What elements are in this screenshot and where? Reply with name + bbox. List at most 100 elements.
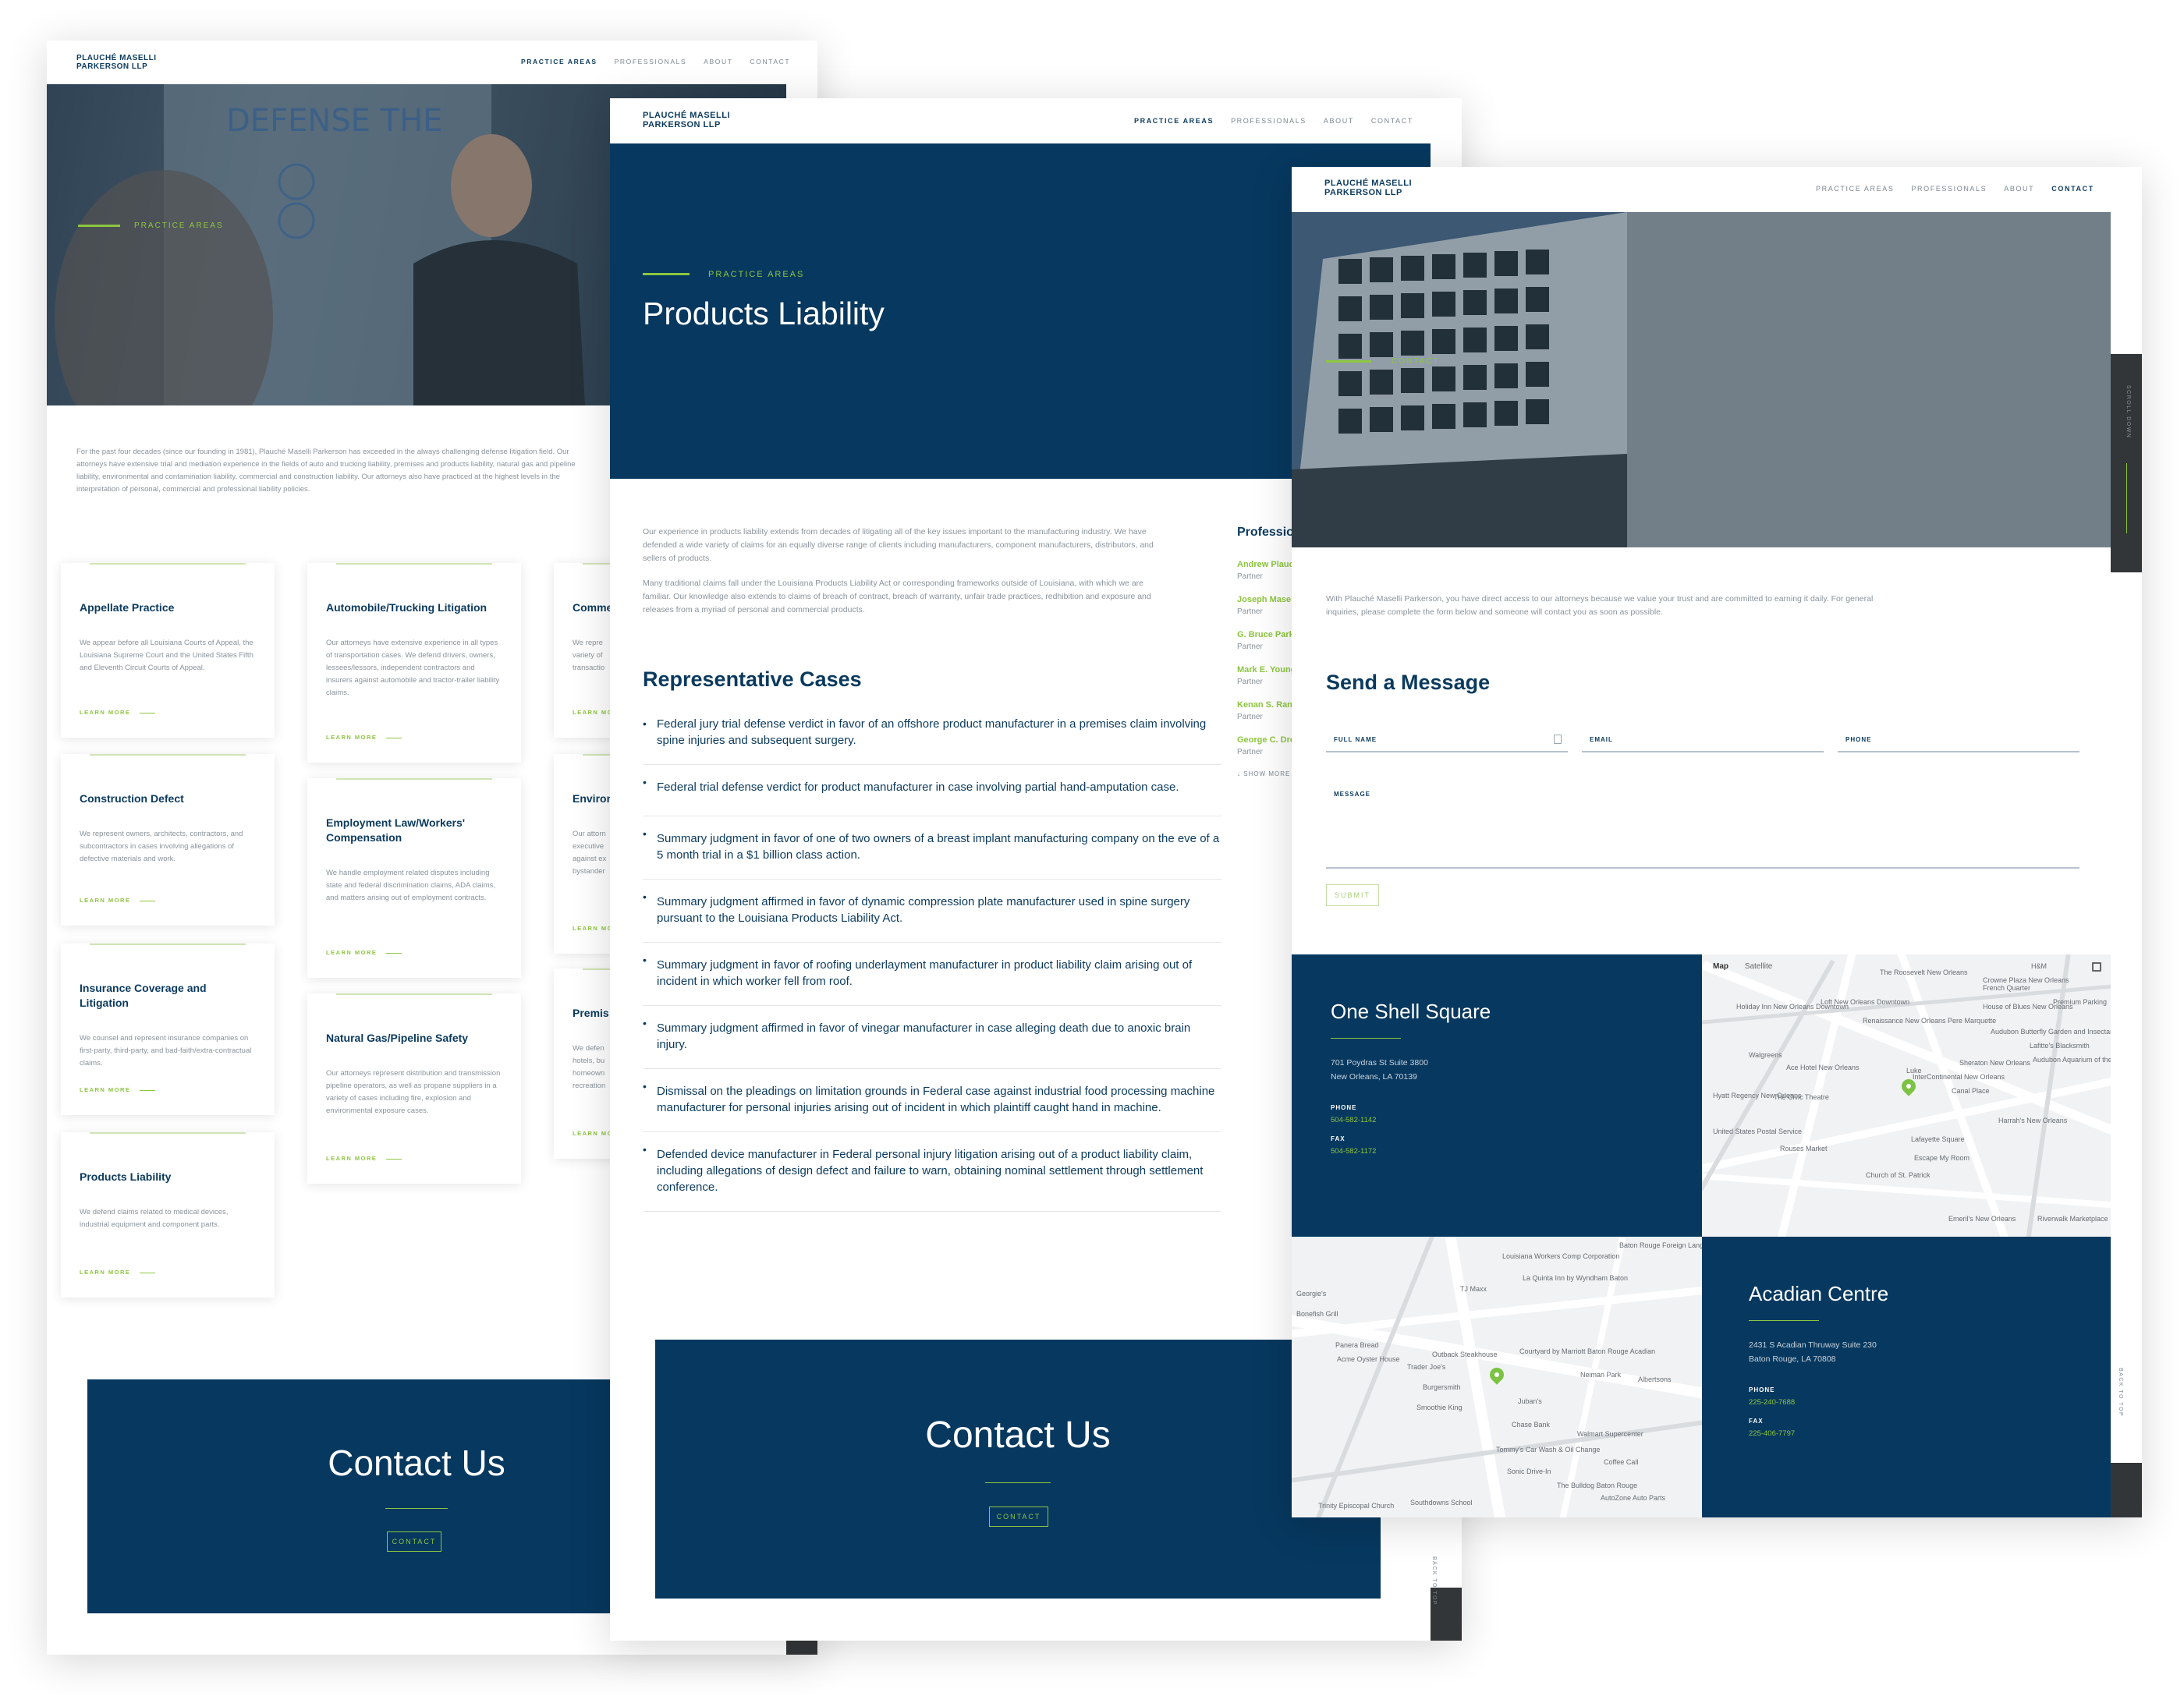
map-label: TJ Maxx — [1460, 1285, 1487, 1293]
learn-more-link[interactable]: LEARN MORE — [80, 1086, 155, 1093]
site-header: PLAUCHÉ MASELLI PARKERSON LLP PRACTICE A… — [610, 98, 1462, 143]
phone-link[interactable]: 504-582-1142 — [1331, 1116, 1663, 1124]
submit-button[interactable]: SUBMIT — [1326, 884, 1379, 906]
nav-contact[interactable]: CONTACT — [1371, 117, 1413, 125]
card-title: Appellate Practice — [80, 601, 175, 614]
card-products-liability[interactable]: Products Liability We defend claims rela… — [61, 1132, 275, 1298]
card-desc: We represent owners, architects, contrac… — [80, 830, 243, 863]
map-label: Bonefish Grill — [1296, 1310, 1338, 1318]
map-label: Georgie's — [1296, 1290, 1327, 1298]
card-automobile[interactable]: Automobile/Trucking Litigation Our attor… — [307, 563, 521, 763]
map-label: Smoothie King — [1416, 1404, 1462, 1411]
message-field[interactable]: MESSAGE — [1326, 791, 2079, 869]
map-label: Trinity Episcopal Church — [1318, 1502, 1395, 1510]
logo[interactable]: PLAUCHÉ MASELLI PARKERSON LLP — [76, 54, 157, 71]
map-label: Tommy's Car Wash & Oil Change — [1496, 1446, 1601, 1453]
phone-field[interactable]: PHONE — [1838, 736, 2079, 752]
nav-practice-areas[interactable]: PRACTICE AREAS — [1816, 185, 1894, 193]
nav-professionals[interactable]: PROFESSIONALS — [1231, 117, 1306, 125]
map-label: Sheraton New Orleans — [1959, 1059, 2031, 1067]
map-label: United States Postal Service — [1713, 1128, 1803, 1135]
learn-more-link[interactable]: LEARN MORE — [326, 949, 402, 956]
nav-contact[interactable]: CONTACT — [2051, 185, 2094, 193]
case-item: Summary judgment in favor of roofing und… — [643, 943, 1221, 1006]
side-bar-bottom — [2111, 1463, 2142, 1517]
contact-divider — [385, 1508, 448, 1509]
nav-contact[interactable]: CONTACT — [750, 58, 791, 66]
map-label: Walmart Supercenter — [1577, 1430, 1643, 1438]
card-title: Natural Gas/Pipeline Safety — [326, 1032, 469, 1044]
scroll-down-line — [2126, 463, 2127, 533]
card-construction[interactable]: Construction Defect We represent owners,… — [61, 754, 275, 926]
map-label: Rouses Market — [1780, 1145, 1828, 1153]
card-appellate[interactable]: Appellate Practice We appear before all … — [61, 563, 275, 738]
card-desc: We repre variety of transactio — [573, 639, 605, 672]
office-new-orleans: One Shell Square 701 Poydras St Suite 38… — [1292, 954, 1702, 1237]
map-label: Juban's — [1518, 1397, 1542, 1405]
satellite-tab[interactable]: Satellite — [1745, 962, 1773, 971]
map-label: Lafitte's Blacksmith — [2030, 1042, 2090, 1050]
contact-banner: Contact Us CONTACT — [655, 1340, 1381, 1599]
map-label: Sonic Drive-In — [1507, 1468, 1551, 1475]
card-desc: We handle employment related disputes in… — [326, 869, 496, 902]
office-address-line1: 2431 S Acadian Thruway Suite 230 — [1749, 1340, 1877, 1350]
page-contact: PLAUCHÉ MASELLI PARKERSON LLP PRACTICE A… — [1292, 167, 2142, 1517]
map-label: Hyatt Regency New Orleans — [1713, 1092, 1802, 1099]
full-name-field[interactable]: FULL NAME — [1326, 735, 1568, 752]
office-name: Acadian Centre — [1749, 1282, 1889, 1305]
fullscreen-icon[interactable] — [2092, 962, 2101, 972]
full-name-label: FULL NAME — [1334, 736, 1377, 743]
card-desc: We defend claims related to medical devi… — [80, 1208, 229, 1229]
map-label: InterContinental New Orleans — [1913, 1073, 2005, 1081]
nav-professionals[interactable]: PROFESSIONALS — [1911, 185, 1987, 193]
phone-link[interactable]: 225-240-7688 — [1749, 1398, 2064, 1407]
side-bar — [786, 1639, 817, 1655]
map-label: Panera Bread — [1335, 1341, 1379, 1349]
hero-eyebrow: PRACTICE AREAS — [134, 221, 224, 230]
back-to-top-button[interactable]: BACK TO TOP — [2118, 1368, 2123, 1417]
map-tab[interactable]: Map — [1713, 962, 1728, 971]
contact-divider — [985, 1482, 1051, 1483]
back-to-top-button[interactable]: BACK TO TOP — [1431, 1556, 1437, 1606]
learn-more-link[interactable]: LEARN MORE — [326, 1155, 402, 1162]
fax-value: 504-582-1172 — [1331, 1147, 1377, 1156]
learn-more-link[interactable]: LEARN MORE — [80, 1269, 155, 1276]
learn-more-link[interactable]: LEARN MORE — [80, 709, 155, 716]
location-pin-icon[interactable] — [1487, 1365, 1507, 1385]
map-new-orleans[interactable]: Map Satellite The Roosevelt New Orleans … — [1702, 954, 2111, 1237]
map-baton-rouge[interactable]: Louisiana Workers Comp Corporation La Qu… — [1292, 1237, 1702, 1517]
main-nav: PRACTICE AREAS PROFESSIONALS ABOUT CONTA… — [521, 58, 790, 66]
map-label: Lafayette Square — [1911, 1135, 1965, 1143]
nav-about[interactable]: ABOUT — [704, 58, 732, 66]
learn-more-link[interactable]: LEARN MORE — [80, 897, 155, 904]
main-nav: PRACTICE AREAS PROFESSIONALS ABOUT CONTA… — [1816, 185, 2094, 193]
office-baton-rouge: Acadian Centre 2431 S Acadian Thruway Su… — [1702, 1237, 2111, 1517]
nav-practice-areas[interactable]: PRACTICE AREAS — [521, 58, 597, 66]
map-label: The Roosevelt New Orleans — [1880, 968, 1968, 976]
contact-button[interactable]: CONTACT — [387, 1531, 441, 1552]
contact-button[interactable]: CONTACT — [989, 1507, 1048, 1527]
email-field[interactable]: EMAIL — [1582, 736, 1824, 752]
card-natural-gas[interactable]: Natural Gas/Pipeline Safety Our attorney… — [307, 993, 521, 1184]
nav-practice-areas[interactable]: PRACTICE AREAS — [1134, 117, 1214, 125]
hero-eyebrow: PRACTICE AREAS — [708, 270, 805, 279]
card-desc: Our attorn executive against ex bystande… — [573, 830, 607, 876]
contact-title: Contact Us — [925, 1415, 1111, 1456]
nav-about[interactable]: ABOUT — [1324, 117, 1354, 125]
map-type-tabs: Map Satellite — [1713, 962, 1772, 971]
logo[interactable]: PLAUCHÉ MASELLI PARKERSON LLP — [1324, 179, 1412, 197]
nav-about[interactable]: ABOUT — [2004, 185, 2034, 193]
map-label: Chase Bank — [1512, 1421, 1551, 1429]
map-label: Louisiana Workers Comp Corporation — [1502, 1252, 1620, 1260]
card-employment[interactable]: Employment Law/Workers' Compensation We … — [307, 778, 521, 978]
scroll-down-bar[interactable]: SCROLL DOWN — [2111, 354, 2142, 572]
card-insurance[interactable]: Insurance Coverage and Litigation We cou… — [61, 944, 275, 1115]
map-label: The Bulldog Baton Rouge — [1557, 1482, 1638, 1489]
logo[interactable]: PLAUCHÉ MASELLI PARKERSON LLP — [643, 111, 730, 129]
main-nav: PRACTICE AREAS PROFESSIONALS ABOUT CONTA… — [1134, 117, 1413, 125]
office-address-line2: Baton Rouge, LA 70808 — [1749, 1354, 1836, 1364]
nav-professionals[interactable]: PROFESSIONALS — [615, 58, 687, 66]
learn-more-link[interactable]: LEARN MORE — [326, 734, 402, 741]
case-item: Federal jury trial defense verdict in fa… — [643, 706, 1221, 765]
office-address-line2: New Orleans, LA 70139 — [1331, 1072, 1417, 1082]
